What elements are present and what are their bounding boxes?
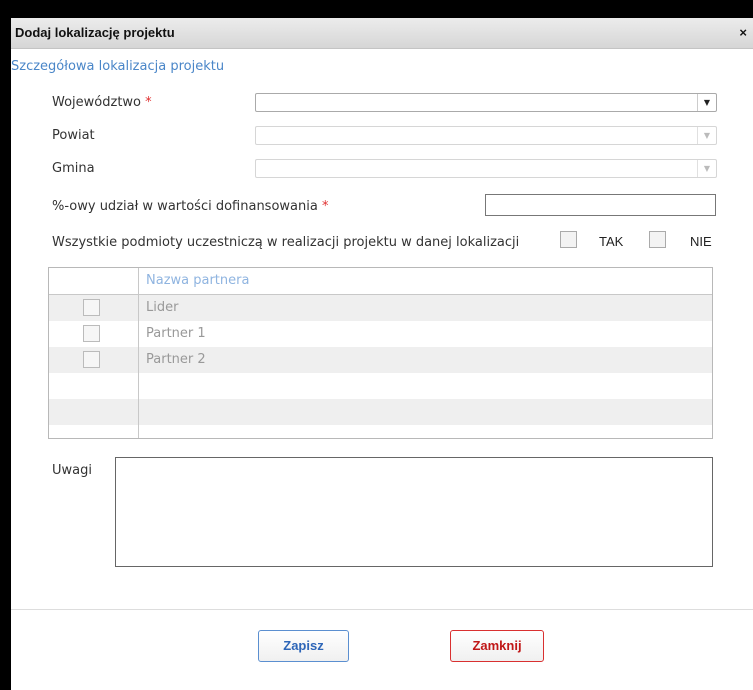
udzial-input[interactable] (485, 194, 716, 216)
powiat-select[interactable]: ▼ (255, 126, 717, 145)
wojewodztwo-label-text: Województwo (52, 95, 142, 110)
close-icon[interactable]: × (739, 25, 747, 40)
wojewodztwo-label: Województwo * (52, 95, 152, 110)
row-checkbox[interactable] (83, 325, 100, 342)
add-location-dialog: Dodaj lokalizację projektu × Szczegółowa… (11, 18, 753, 690)
gmina-label: Gmina (52, 161, 95, 176)
required-mark: * (321, 199, 329, 214)
column-header-nazwa-partnera[interactable]: Nazwa partnera (146, 273, 249, 288)
save-button[interactable]: Zapisz (258, 630, 349, 662)
nie-label: NIE (690, 234, 712, 249)
gmina-select[interactable]: ▼ (255, 159, 717, 178)
wojewodztwo-select[interactable]: ▼ (255, 93, 717, 112)
dialog-titlebar: Dodaj lokalizację projektu × (11, 18, 753, 49)
chevron-down-icon[interactable]: ▼ (697, 160, 716, 177)
chevron-down-icon[interactable]: ▼ (697, 127, 716, 144)
udzial-label-text: %-owy udział w wartości dofinansowania (52, 199, 318, 214)
tak-label: TAK (599, 234, 624, 249)
section-title: Szczegółowa lokalizacja projektu (11, 59, 225, 74)
table-header: Nazwa partnera (49, 268, 712, 295)
table-row[interactable]: Partner 1 (49, 321, 712, 347)
uwagi-textarea[interactable] (115, 457, 713, 567)
column-divider (138, 268, 139, 438)
nie-checkbox[interactable] (649, 231, 666, 248)
partner-name-cell: Partner 2 (146, 352, 206, 367)
powiat-label: Powiat (52, 128, 95, 143)
required-mark: * (145, 95, 152, 110)
udzial-label: %-owy udział w wartości dofinansowania * (52, 199, 328, 214)
table-row-empty (49, 373, 712, 399)
table-row[interactable]: Partner 2 (49, 347, 712, 373)
row-checkbox[interactable] (83, 299, 100, 316)
partner-name-cell: Lider (146, 300, 179, 315)
partner-name-cell: Partner 1 (146, 326, 206, 341)
table-row-empty (49, 399, 712, 425)
uwagi-label: Uwagi (52, 463, 92, 478)
row-checkbox[interactable] (83, 351, 100, 368)
table-row[interactable]: Lider (49, 295, 712, 321)
close-button[interactable]: Zamknij (450, 630, 544, 662)
dialog-title: Dodaj lokalizację projektu (15, 25, 175, 40)
footer-divider (11, 609, 753, 610)
tak-checkbox[interactable] (560, 231, 577, 248)
wszystkie-label: Wszystkie podmioty uczestniczą w realiza… (52, 235, 520, 250)
chevron-down-icon[interactable]: ▼ (697, 94, 716, 111)
partners-table: Nazwa partnera Lider Partner 1 Partner 2 (48, 267, 713, 439)
